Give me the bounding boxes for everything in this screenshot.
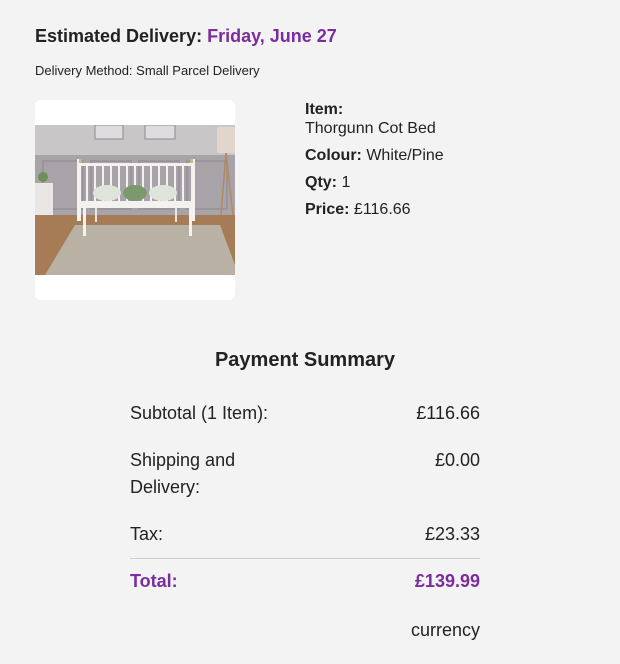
qty-label: Qty: <box>305 174 337 191</box>
item-row: Item: Thorgunn Cot Bed <box>305 101 444 138</box>
price-label: Price: <box>305 201 350 218</box>
shipping-row: Shipping and Delivery: £0.00 <box>130 447 480 501</box>
tax-value: £23.33 <box>424 524 480 544</box>
qty-row: Qty: 1 <box>305 174 444 192</box>
payment-summary-title: Payment Summary <box>214 349 396 371</box>
tax-label: Tax: <box>130 524 164 544</box>
cot-bed-photo <box>35 125 235 275</box>
price-value: £116.66 <box>353 201 411 218</box>
item-name: Thorgunn Cot Bed <box>305 120 436 137</box>
item-label: Item: <box>305 101 344 118</box>
estimated-delivery-date: Friday, June 27 <box>207 26 337 46</box>
colour-value: White/Pine <box>366 147 444 164</box>
subtotal-row: Subtotal (1 Item): £116.66 <box>130 400 480 427</box>
summary-divider <box>130 558 480 559</box>
shipping-value: £0.00 <box>434 450 480 470</box>
colour-label: Colour: <box>305 147 362 164</box>
total-value: £139.99 <box>414 571 480 591</box>
subtotal-value: £116.66 <box>416 403 480 423</box>
colour-row: Colour: White/Pine <box>305 147 444 165</box>
product-image <box>35 100 235 300</box>
total-row: Total: £139.99 <box>130 568 480 595</box>
order-confirmation: Estimated Delivery: Friday, June 27 Deli… <box>0 0 620 664</box>
estimated-delivery: Estimated Delivery: Friday, June 27 <box>35 26 337 47</box>
currency-text: currency <box>410 620 480 640</box>
shipping-label: Shipping and Delivery: <box>130 450 236 497</box>
total-label: Total: <box>130 571 178 591</box>
qty-value: 1 <box>341 174 351 191</box>
product-details: Item: Thorgunn Cot Bed Colour: White/Pin… <box>305 101 444 228</box>
price-row: Price: £116.66 <box>305 201 444 219</box>
tax-row: Tax: £23.33 <box>130 521 480 548</box>
delivery-method: Delivery Method: Small Parcel Delivery <box>35 63 260 78</box>
subtotal-label: Subtotal (1 Item): <box>130 403 269 423</box>
estimated-delivery-label: Estimated Delivery: <box>35 26 203 46</box>
